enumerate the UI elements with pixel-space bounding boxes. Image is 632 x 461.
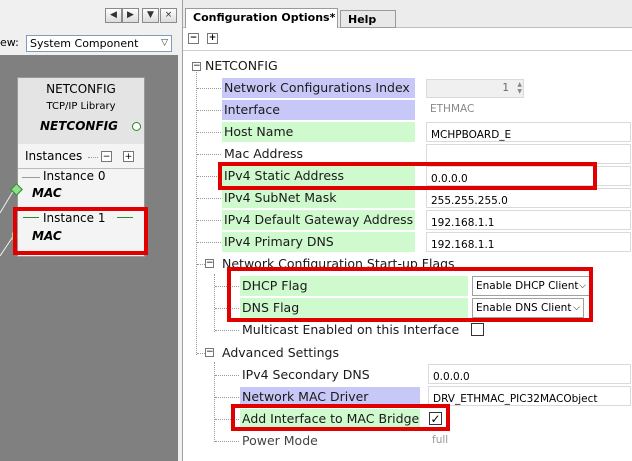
instance-0[interactable]: Instance 0 MAC (18, 168, 144, 206)
tree-root-netconfig[interactable]: NETCONFIG (203, 56, 278, 76)
row-label-network-configurations-index: Network Configurations Index (222, 78, 415, 98)
branch (197, 353, 205, 354)
ipv4-secondary-dns-field[interactable]: 0.0.0.0 (428, 364, 631, 384)
instance-0-line-left (22, 177, 40, 178)
configuration-panel: Configuration Options* Help − + − NETCON… (182, 0, 632, 461)
group-advanced-settings[interactable]: Advanced Settings (220, 343, 339, 363)
close-icon[interactable]: × (160, 8, 177, 23)
ipv4-default-gateway-field[interactable]: 192.168.1.1 (426, 210, 631, 230)
view-label: ew: (0, 36, 19, 49)
tree-line-root (196, 72, 197, 355)
back-icon[interactable]: ◀ (105, 8, 122, 23)
row-label-ipv4-default-gateway: IPv4 Default Gateway Address (222, 210, 415, 230)
ipv4-secondary-dns-value: 0.0.0.0 (433, 371, 470, 383)
ipv4-primary-dns-value: 192.168.1.1 (431, 239, 495, 251)
ipv4-subnet-mask-value: 255.255.255.0 (431, 195, 508, 207)
toolbar-divider (183, 50, 632, 51)
ipv4-subnet-mask-field[interactable]: 255.255.255.0 (426, 188, 631, 208)
network-configurations-index-spinner[interactable]: 1 ▲ ▼ (426, 79, 524, 98)
row-label-interface: Interface (222, 100, 415, 120)
tree-line-flags (214, 274, 215, 332)
collapse-netconfig-icon[interactable]: − (192, 62, 201, 71)
component-name: NETCONFIG (40, 119, 118, 133)
ipv4-default-gateway-value: 192.168.1.1 (431, 217, 495, 229)
network-mac-driver-field[interactable]: DRV_ETHMAC_PIC32MACObject (428, 386, 631, 406)
power-mode-value: full (432, 434, 449, 446)
spinner-arrows-icon[interactable]: ▲ ▼ (517, 81, 522, 95)
collapse-advanced-icon[interactable]: − (205, 348, 214, 357)
mac-address-field[interactable] (426, 144, 631, 164)
interface-value: ETHMAC (430, 103, 475, 115)
branch (215, 330, 239, 331)
branch (197, 220, 221, 221)
menu-icon[interactable]: ▼ (142, 8, 159, 23)
row-label-mac-address: Mac Address (224, 146, 304, 161)
left-pane: ◀ ▶ ▼ × ew: System Component ▽ NETCONFIG… (0, 0, 178, 461)
instance-0-mac: MAC (32, 186, 62, 200)
collapse-flags-icon[interactable]: − (205, 259, 214, 268)
highlight-instance-1 (13, 207, 148, 255)
branch (215, 441, 239, 442)
branch (197, 198, 221, 199)
expand-all-button[interactable]: + (207, 33, 218, 44)
status-dot-icon (132, 122, 141, 131)
tab-help[interactable]: Help (340, 10, 396, 28)
component-title: NETCONFIG (46, 82, 116, 96)
host-name-value: MCHPBOARD_E (431, 129, 512, 141)
tab-configuration-options[interactable]: Configuration Options* (185, 8, 338, 28)
view-combobox-value: System Component (30, 37, 139, 50)
host-name-field[interactable]: MCHPBOARD_E (426, 122, 631, 142)
branch (197, 132, 221, 133)
row-label-host-name: Host Name (222, 122, 415, 142)
branch (197, 88, 221, 89)
branch (197, 242, 221, 243)
remove-instance-button[interactable]: − (101, 151, 112, 162)
branch (215, 397, 239, 398)
branch (215, 375, 239, 376)
instance-0-label: Instance 0 (43, 169, 106, 183)
view-combobox[interactable]: System Component ▽ (26, 35, 172, 52)
branch (197, 264, 205, 265)
branch (197, 154, 221, 155)
row-label-multicast: Multicast Enabled on this Interface (242, 322, 460, 337)
row-label-ipv4-secondary-dns: IPv4 Secondary DNS (242, 367, 370, 382)
network-mac-driver-value: DRV_ETHMAC_PIC32MACObject (433, 393, 598, 405)
highlight-ipv4-static-address (218, 162, 597, 190)
highlight-startup-flags (227, 267, 593, 322)
tree-line-advanced (214, 362, 215, 442)
ipv4-primary-dns-field[interactable]: 192.168.1.1 (426, 232, 631, 252)
forward-icon[interactable]: ▶ (122, 8, 139, 23)
multicast-checkbox[interactable] (471, 323, 484, 336)
chevron-down-icon: ▽ (161, 38, 168, 48)
spinner-value: 1 (502, 82, 509, 94)
row-label-ipv4-primary-dns: IPv4 Primary DNS (222, 232, 415, 252)
row-label-power-mode: Power Mode (242, 433, 318, 448)
instances-divider (88, 157, 98, 158)
component-subtitle: TCP/IP Library (46, 101, 116, 112)
instances-label: Instances (25, 149, 83, 163)
collapse-all-button[interactable]: − (188, 33, 199, 44)
add-instance-button[interactable]: + (123, 151, 134, 162)
row-label-ipv4-subnet-mask: IPv4 SubNet Mask (222, 188, 415, 208)
branch (197, 110, 221, 111)
highlight-mac-bridge (231, 404, 450, 431)
